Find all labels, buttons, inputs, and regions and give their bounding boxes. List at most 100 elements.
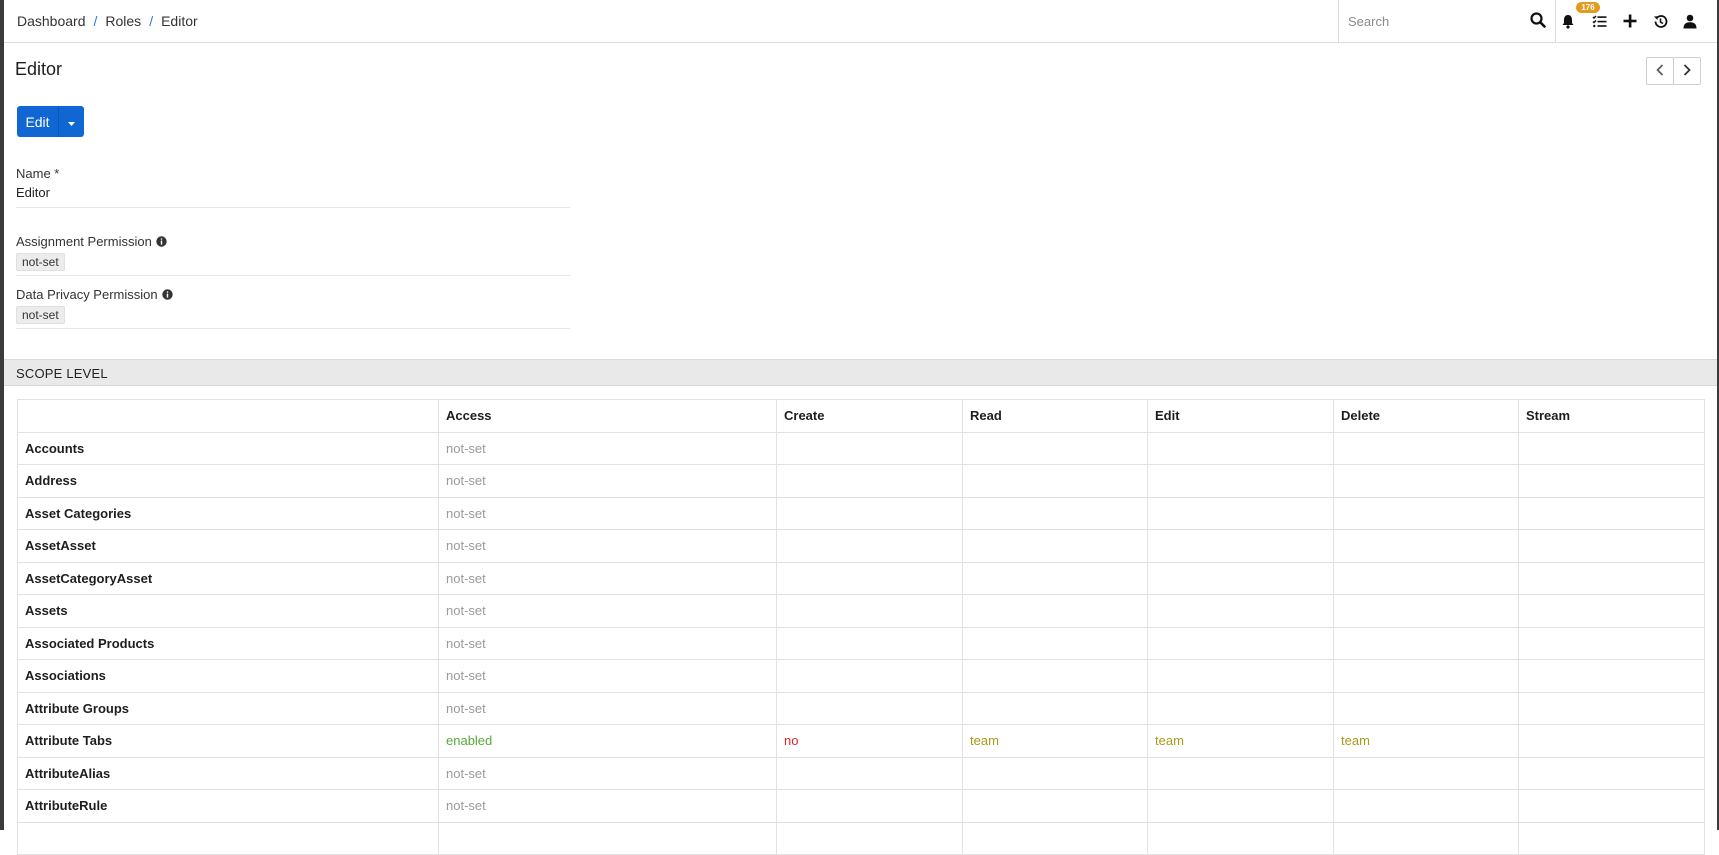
create-level-cell — [776, 626, 963, 660]
breadcrumb-current: Editor — [161, 13, 198, 29]
column-header-create: Create — [776, 399, 963, 433]
breadcrumb-separator: / — [149, 13, 154, 29]
delete-level-cell — [1333, 756, 1519, 790]
read-level-cell — [962, 789, 1148, 823]
table-row: AttributeRule not-set — [17, 789, 1705, 823]
table-row: Attribute Tabs enabled no team team team — [17, 724, 1705, 758]
create-level-cell: no — [776, 724, 963, 758]
scope-name-cell: Associated Products — [17, 626, 439, 660]
read-level-cell: team — [962, 724, 1148, 758]
record-navigation — [1646, 57, 1701, 85]
read-level-cell — [962, 561, 1148, 595]
stream-level-cell — [1518, 789, 1705, 823]
chevron-right-icon — [1683, 63, 1691, 79]
table-row: AttributeAlias not-set — [17, 756, 1705, 790]
access-level-cell: not-set — [438, 496, 777, 530]
edit-dropdown-button[interactable] — [58, 106, 84, 137]
table-row — [17, 821, 1705, 855]
scope-level-section-header: SCOPE LEVEL — [4, 359, 1717, 386]
edit-level-cell — [1147, 789, 1334, 823]
delete-level-cell — [1333, 821, 1519, 855]
edit-level-cell — [1147, 691, 1334, 725]
scope-permissions-table: Access Create Read Edit Delete Stream Ac… — [17, 399, 1705, 855]
data-privacy-permission-field: Data Privacy Permission not-set — [16, 287, 570, 329]
stream-level-cell — [1518, 626, 1705, 660]
read-level-cell — [962, 594, 1148, 628]
create-level-cell — [776, 431, 963, 465]
caret-down-icon — [68, 114, 75, 129]
create-level-cell — [776, 464, 963, 498]
next-record-button[interactable] — [1673, 57, 1701, 85]
info-icon[interactable] — [156, 236, 167, 247]
edit-level-cell — [1147, 529, 1334, 563]
previous-record-button[interactable] — [1646, 57, 1674, 85]
scope-name-cell: Associations — [17, 659, 439, 693]
table-row: Asset Categories not-set — [17, 496, 1705, 530]
info-icon[interactable] — [161, 289, 173, 300]
table-row: Assets not-set — [17, 594, 1705, 628]
scope-name-cell — [17, 821, 439, 855]
stream-level-cell — [1518, 821, 1705, 855]
global-search — [1338, 0, 1556, 42]
name-label: Name * — [16, 166, 60, 181]
assignment-permission-value: not-set — [16, 253, 65, 271]
edit-level-cell — [1147, 594, 1334, 628]
delete-level-cell — [1333, 789, 1519, 823]
table-row: Attribute Groups not-set — [17, 691, 1705, 725]
stream-level-cell — [1518, 594, 1705, 628]
access-level-cell: not-set — [438, 756, 777, 790]
scope-name-cell: Attribute Groups — [17, 691, 439, 725]
read-level-cell — [962, 626, 1148, 660]
table-header-row: Access Create Read Edit Delete Stream — [17, 399, 1705, 433]
table-row: AssetCategoryAsset not-set — [17, 561, 1705, 595]
delete-level-cell — [1333, 659, 1519, 693]
edit-level-cell — [1147, 821, 1334, 855]
create-level-cell — [776, 529, 963, 563]
read-level-cell — [962, 529, 1148, 563]
scope-name-cell: Assets — [17, 594, 439, 628]
edit-button-group: Edit — [17, 106, 84, 137]
create-level-cell — [776, 496, 963, 530]
column-header-edit: Edit — [1147, 399, 1334, 433]
window-left-edge — [0, 0, 4, 830]
breadcrumb-roles[interactable]: Roles — [105, 13, 141, 29]
bell-icon[interactable] — [1558, 11, 1578, 31]
search-icon[interactable] — [1530, 12, 1548, 30]
access-level-cell: not-set — [438, 561, 777, 595]
delete-level-cell — [1333, 691, 1519, 725]
create-level-cell — [776, 789, 963, 823]
search-input[interactable] — [1339, 0, 1519, 42]
section-title: SCOPE LEVEL — [16, 366, 108, 381]
read-level-cell — [962, 431, 1148, 465]
edit-level-cell — [1147, 659, 1334, 693]
edit-level-cell — [1147, 464, 1334, 498]
access-level-cell: not-set — [438, 659, 777, 693]
scope-name-cell: Address — [17, 464, 439, 498]
access-level-cell — [438, 821, 777, 855]
edit-level-cell — [1147, 756, 1334, 790]
edit-level-cell — [1147, 496, 1334, 530]
user-icon[interactable] — [1680, 11, 1700, 31]
stream-level-cell — [1518, 724, 1705, 758]
create-level-cell — [776, 594, 963, 628]
read-level-cell — [962, 496, 1148, 530]
access-level-cell: not-set — [438, 464, 777, 498]
read-level-cell — [962, 691, 1148, 725]
read-level-cell — [962, 821, 1148, 855]
edit-button[interactable]: Edit — [17, 106, 58, 137]
table-row: Address not-set — [17, 464, 1705, 498]
history-icon[interactable] — [1650, 11, 1670, 31]
access-level-cell: not-set — [438, 431, 777, 465]
breadcrumb-dashboard[interactable]: Dashboard — [17, 13, 86, 29]
plus-icon[interactable] — [1620, 11, 1640, 31]
access-level-cell: not-set — [438, 594, 777, 628]
table-row: Associated Products not-set — [17, 626, 1705, 660]
delete-level-cell — [1333, 464, 1519, 498]
task-list-icon[interactable] — [1589, 11, 1609, 31]
stream-level-cell — [1518, 756, 1705, 790]
name-value: Editor — [16, 185, 50, 200]
column-header-stream: Stream — [1518, 399, 1705, 433]
edit-level-cell — [1147, 561, 1334, 595]
scope-name-cell: Asset Categories — [17, 496, 439, 530]
top-navbar: Dashboard / Roles / Editor 176 — [4, 0, 1717, 43]
